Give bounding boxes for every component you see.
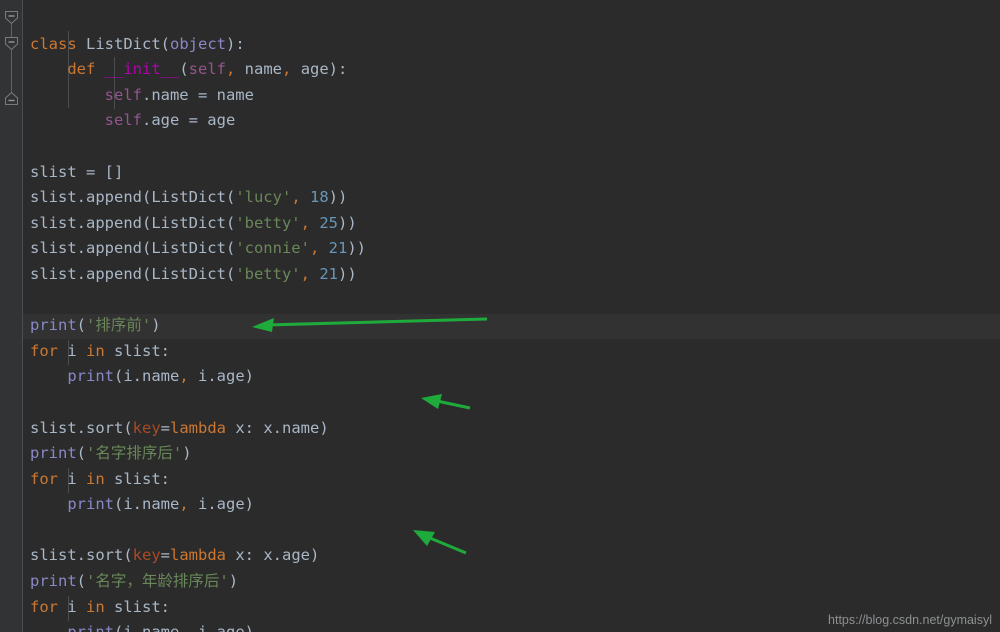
- watermark: https://blog.csdn.net/gymaisyl: [828, 613, 992, 627]
- code-line[interactable]: self.age = age: [30, 108, 366, 134]
- code-line[interactable]: slist = []: [30, 160, 366, 186]
- code-line[interactable]: [30, 518, 366, 544]
- code-line[interactable]: slist.append(ListDict('betty', 21)): [30, 262, 366, 288]
- gutter-separator: [22, 0, 23, 632]
- code-line[interactable]: for i in slist:: [30, 339, 366, 365]
- code-line[interactable]: for i in slist:: [30, 467, 366, 493]
- code-line[interactable]: print('名字排序后'): [30, 441, 366, 467]
- fold-minus-icon[interactable]: [5, 37, 18, 50]
- fold-rail: [11, 22, 12, 102]
- code-line[interactable]: slist.sort(key=lambda x: x.name): [30, 416, 366, 442]
- code-editor-screenshot: class ListDict(object): def __init__(sel…: [0, 0, 1000, 632]
- code-line[interactable]: print('名字，年龄排序后'): [30, 569, 366, 595]
- code-line[interactable]: class ListDict(object):: [30, 32, 366, 58]
- code-line[interactable]: slist.append(ListDict('connie', 21)): [30, 236, 366, 262]
- warning-squiggle: [30, 158, 122, 162]
- code-line[interactable]: print(i.name, i.age): [30, 492, 366, 518]
- code-line[interactable]: [30, 134, 366, 160]
- code-line[interactable]: slist.sort(key=lambda x: x.age): [30, 543, 366, 569]
- code-line[interactable]: print(i.name, i.age): [30, 620, 366, 632]
- code-text[interactable]: class ListDict(object): def __init__(sel…: [30, 6, 366, 632]
- code-line[interactable]: slist.append(ListDict('lucy', 18)): [30, 185, 366, 211]
- code-line[interactable]: [30, 288, 366, 314]
- code-line[interactable]: slist.append(ListDict('betty', 25)): [30, 211, 366, 237]
- code-line[interactable]: self.name = name: [30, 83, 366, 109]
- code-line[interactable]: for i in slist:: [30, 595, 366, 621]
- code-line[interactable]: def __init__(self, name, age):: [30, 57, 366, 83]
- code-line[interactable]: [30, 390, 366, 416]
- fold-minus-icon[interactable]: [5, 11, 18, 24]
- code-line[interactable]: print(i.name, i.age): [30, 364, 366, 390]
- code-line[interactable]: print('排序前'): [30, 313, 366, 339]
- fold-end-icon[interactable]: [5, 92, 18, 105]
